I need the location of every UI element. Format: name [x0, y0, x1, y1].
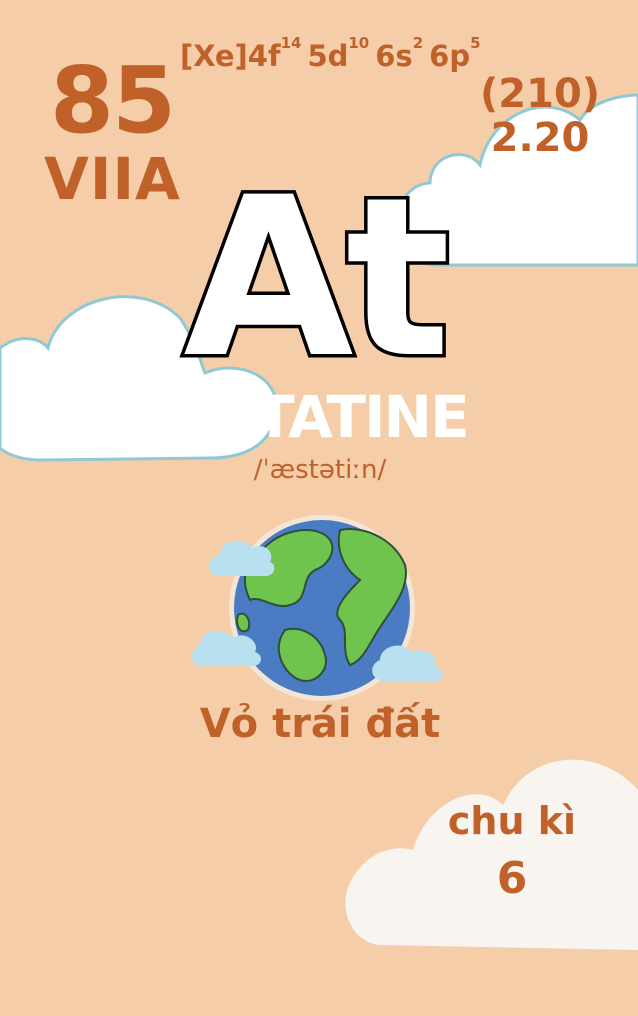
config-orbital: 6p: [429, 39, 471, 73]
electronegativity: 2.20: [490, 115, 590, 161]
element-symbol: At: [180, 150, 454, 406]
config-orbital: 5d: [307, 39, 349, 73]
period-label: chu kì: [447, 799, 577, 843]
config-orbital: 6s: [375, 39, 413, 73]
config-electrons: 14: [280, 34, 302, 52]
group-label: VIIA: [44, 145, 181, 213]
earth-globe-icon: [191, 515, 443, 701]
electron-configuration: [Xe]4f14 5d10 6s2 6p5: [180, 36, 487, 73]
config-electrons: 2: [412, 34, 424, 52]
element-name: ASTATINE: [172, 383, 469, 451]
cloud-icon-bottom-right: [345, 759, 638, 950]
config-orbital: 4f: [247, 39, 281, 73]
config-core: [Xe]: [180, 39, 248, 73]
atomic-number: 85: [50, 47, 176, 154]
config-electrons: 5: [470, 34, 481, 52]
occurrence-label: Vỏ trái đất: [199, 701, 441, 747]
period-value: 6: [496, 853, 528, 904]
config-electrons: 10: [348, 34, 370, 52]
atomic-mass: (210): [480, 71, 601, 117]
pronunciation: /ˈæstətiːn/: [253, 455, 387, 485]
